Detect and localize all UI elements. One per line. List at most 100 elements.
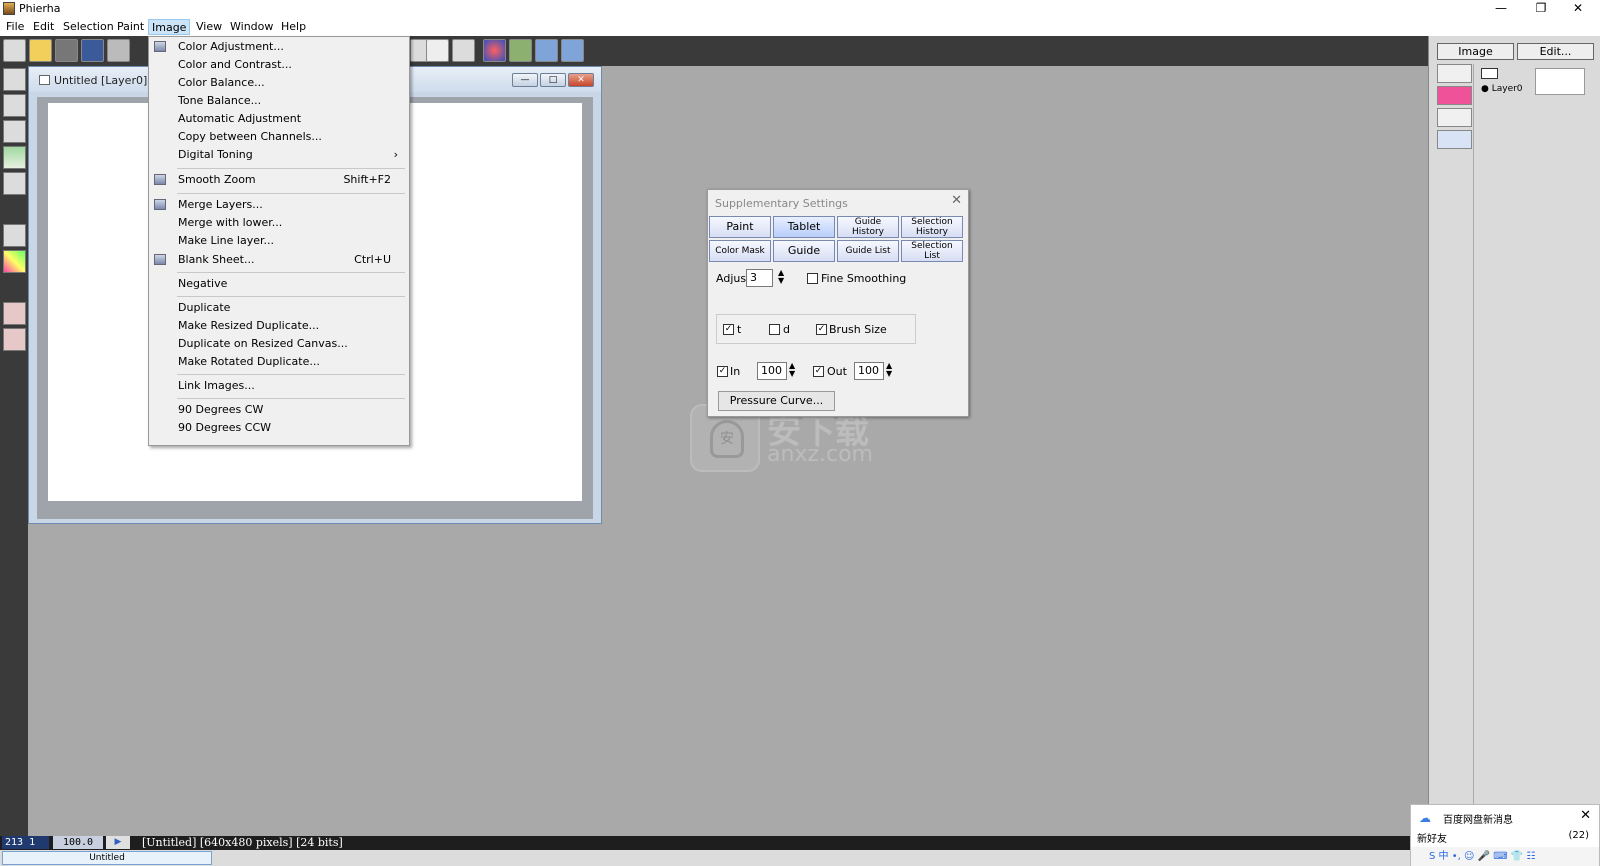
page-icon[interactable]: [452, 39, 475, 62]
adjust-input[interactable]: 3: [746, 269, 773, 287]
zoom-field[interactable]: 100.0: [53, 836, 103, 849]
rectangle-select-icon[interactable]: [3, 120, 26, 143]
layer-color-swatch[interactable]: [1437, 86, 1472, 105]
image-menu-dropdown: Color Adjustment... Color and Contrast..…: [148, 36, 410, 446]
menu-paint[interactable]: Paint: [114, 19, 147, 35]
layers-panel: Image Edit... ● Layer0: [1428, 36, 1600, 836]
correction-icon[interactable]: [509, 39, 532, 62]
menu-duplicate[interactable]: Duplicate: [149, 299, 409, 317]
color-wheel-icon[interactable]: [483, 39, 506, 62]
in-spinner-icon[interactable]: ▲ ▼: [789, 362, 795, 378]
menu-view[interactable]: View: [193, 19, 225, 35]
menu-rotate-cw[interactable]: 90 Degrees CW: [149, 401, 409, 419]
tab-guide[interactable]: Guide: [773, 240, 835, 262]
brush-icon[interactable]: [3, 94, 26, 117]
ime-tray[interactable]: S 中 •, ☺ 🎤 ⌨ 👕 ☷: [1411, 847, 1599, 866]
zoom-out-icon[interactable]: [561, 39, 584, 62]
notification-count: (22): [1568, 830, 1589, 841]
menu-file[interactable]: File: [3, 19, 27, 35]
minimize-button[interactable]: —: [1484, 0, 1518, 18]
color-adjust-icon: [154, 41, 166, 52]
menu-automatic-adjustment[interactable]: Automatic Adjustment: [149, 110, 409, 128]
tab-paint[interactable]: Paint: [709, 216, 771, 238]
layer-visibility-icon[interactable]: [1481, 68, 1498, 79]
dialog-close-icon[interactable]: ✕: [951, 193, 962, 208]
fine-smoothing-checkbox[interactable]: [807, 273, 818, 284]
menu-tone-balance[interactable]: Tone Balance...: [149, 92, 409, 110]
doc-minimize-button[interactable]: —: [512, 73, 538, 87]
menu-blank-sheet[interactable]: Blank Sheet... Ctrl+U: [149, 251, 409, 269]
notification-close-icon[interactable]: ✕: [1580, 808, 1591, 823]
tab-guide-list[interactable]: Guide List: [837, 240, 899, 262]
menu-negative[interactable]: Negative: [149, 275, 409, 293]
menu-copy-channels[interactable]: Copy between Channels...: [149, 128, 409, 146]
cloud-icon: ☁: [1419, 811, 1431, 825]
menu-selection[interactable]: Selection: [60, 19, 117, 35]
edit-button[interactable]: Edit...: [1517, 43, 1594, 60]
out-checkbox[interactable]: ✓: [813, 366, 824, 377]
doc-maximize-button[interactable]: □: [540, 73, 566, 87]
menu-smooth-zoom[interactable]: Smooth Zoom Shift+F2: [149, 171, 409, 189]
text-tool-icon[interactable]: [1437, 108, 1472, 127]
frame-icon[interactable]: [3, 172, 26, 195]
menu-make-line-layer[interactable]: Make Line layer...: [149, 232, 409, 250]
tab-selection-list[interactable]: Selection List: [901, 240, 963, 262]
menu-resized-duplicate[interactable]: Make Resized Duplicate...: [149, 317, 409, 335]
save-icon[interactable]: [81, 39, 104, 62]
menu-color-contrast[interactable]: Color and Contrast...: [149, 56, 409, 74]
menu-color-adjustment[interactable]: Color Adjustment...: [149, 38, 409, 56]
doc-close-button[interactable]: ✕: [568, 73, 594, 87]
tab-color-mask[interactable]: Color Mask: [709, 240, 771, 262]
out-value-input[interactable]: 100: [854, 362, 884, 380]
close-button[interactable]: ✕: [1561, 0, 1595, 18]
menu-merge-lower[interactable]: Merge with lower...: [149, 214, 409, 232]
menu-digital-toning[interactable]: Digital Toning ›: [149, 146, 409, 164]
menu-color-balance[interactable]: Color Balance...: [149, 74, 409, 92]
notification-text[interactable]: 新好友: [1417, 830, 1447, 845]
menu-merge-layers[interactable]: Merge Layers...: [149, 196, 409, 214]
in-label: In: [730, 365, 741, 378]
t-checkbox[interactable]: ✓: [723, 324, 734, 335]
menu-rotate-ccw[interactable]: 90 Degrees CCW: [149, 419, 409, 437]
image-tab-button[interactable]: Image: [1437, 43, 1514, 60]
mask-icon[interactable]: [426, 39, 449, 62]
adjust-spinner-icon[interactable]: ▲ ▼: [778, 269, 784, 285]
menu-help[interactable]: Help: [278, 19, 309, 35]
open-folder-icon[interactable]: [29, 39, 52, 62]
layer-row[interactable]: ● Layer0: [1477, 66, 1595, 98]
menu-duplicate-resized-canvas[interactable]: Duplicate on Resized Canvas...: [149, 335, 409, 353]
tab-guide-history[interactable]: Guide History: [837, 216, 899, 238]
fill-icon[interactable]: [3, 328, 26, 351]
menu-window[interactable]: Window: [227, 19, 276, 35]
d-checkbox[interactable]: [769, 324, 780, 335]
camera-icon[interactable]: [55, 39, 78, 62]
document-tab[interactable]: Untitled: [2, 851, 212, 865]
print-icon[interactable]: [107, 39, 130, 62]
pressure-curve-button[interactable]: Pressure Curve...: [718, 391, 835, 411]
paint-bucket-icon[interactable]: [3, 302, 26, 325]
restore-button[interactable]: ❐: [1524, 0, 1558, 18]
menu-rotated-duplicate[interactable]: Make Rotated Duplicate...: [149, 353, 409, 371]
play-icon[interactable]: ▶: [106, 836, 130, 849]
blank-sheet-icon: [154, 254, 166, 265]
in-checkbox[interactable]: ✓: [717, 366, 728, 377]
zoom-in-icon[interactable]: [535, 39, 558, 62]
t-label: t: [737, 323, 742, 336]
out-spinner-icon[interactable]: ▲ ▼: [886, 362, 892, 378]
new-layer-icon[interactable]: [1437, 64, 1472, 83]
gradient-icon[interactable]: [3, 146, 26, 169]
color-mask-icon[interactable]: [3, 250, 26, 273]
smooth-zoom-icon: [154, 174, 166, 185]
tab-selection-history[interactable]: Selection History: [901, 216, 963, 238]
in-value-input[interactable]: 100: [757, 362, 787, 380]
new-file-icon[interactable]: [3, 39, 26, 62]
clear-selection-icon[interactable]: [3, 224, 26, 247]
notification-title: 百度网盘新消息: [1443, 815, 1513, 826]
menu-edit[interactable]: Edit: [30, 19, 57, 35]
pen-icon[interactable]: [3, 68, 26, 91]
menu-link-images[interactable]: Link Images...: [149, 377, 409, 395]
brush-size-checkbox[interactable]: ✓: [816, 324, 827, 335]
menu-image[interactable]: Image: [148, 19, 191, 35]
layer-settings-icon[interactable]: [1437, 130, 1472, 149]
tab-tablet[interactable]: Tablet: [773, 216, 835, 238]
